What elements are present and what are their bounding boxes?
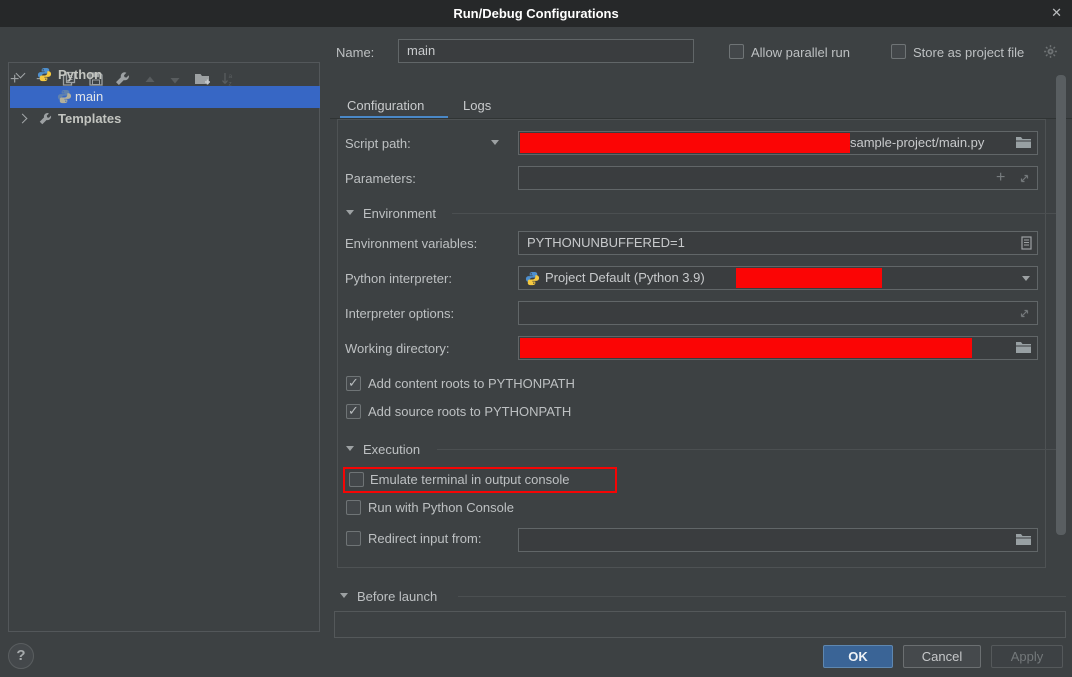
expand-field-icon[interactable]	[1018, 172, 1036, 190]
store-as-project-file-label: Store as project file	[913, 45, 1024, 61]
apply-button[interactable]: Apply	[991, 645, 1063, 668]
chevron-down-icon[interactable]	[1022, 276, 1030, 281]
allow-parallel-run-checkbox[interactable]	[729, 44, 744, 59]
edit-variables-icon[interactable]	[1021, 236, 1039, 254]
dialog-title: Run/Debug Configurations	[453, 6, 618, 21]
tree-item-main[interactable]: main	[10, 86, 320, 108]
parameters-input[interactable]: +	[518, 166, 1038, 190]
browse-folder-icon[interactable]	[1015, 136, 1033, 154]
section-rule	[437, 449, 1066, 450]
add-content-roots-checkbox[interactable]	[346, 376, 361, 391]
emulate-terminal-label: Emulate terminal in output console	[370, 472, 569, 488]
interpreter-options-input[interactable]	[518, 301, 1038, 325]
allow-parallel-run-label: Allow parallel run	[751, 45, 850, 61]
tab-configuration[interactable]: Configuration	[347, 98, 424, 113]
tree-toolbar: + − az	[0, 33, 320, 60]
before-launch-task-list[interactable]	[334, 611, 1066, 638]
python-interpreter-combobox[interactable]: Project Default (Python 3.9)	[518, 266, 1038, 290]
python-logo-icon	[37, 67, 55, 85]
environment-variables-label: Environment variables:	[345, 236, 477, 252]
before-launch-collapse-icon[interactable]	[340, 593, 348, 598]
section-rule	[452, 213, 1066, 214]
redirect-input-field[interactable]	[518, 528, 1038, 552]
tab-logs[interactable]: Logs	[463, 98, 491, 113]
cancel-button[interactable]: Cancel	[903, 645, 981, 668]
redacted-region	[520, 338, 972, 358]
expand-field-icon[interactable]	[1018, 307, 1036, 325]
gear-icon[interactable]	[1043, 44, 1061, 62]
close-icon[interactable]: ✕	[1051, 5, 1062, 21]
wrench-icon	[38, 112, 56, 130]
emulate-terminal-checkbox[interactable]	[349, 472, 364, 487]
ok-button[interactable]: OK	[823, 645, 893, 668]
tree-item-label: Templates	[58, 108, 121, 130]
script-path-dropdown-icon[interactable]	[491, 140, 499, 145]
run-debug-configurations-dialog: Run/Debug Configurations ✕ + − az	[0, 0, 1072, 677]
python-logo-icon	[525, 271, 543, 289]
title-bar: Run/Debug Configurations ✕	[0, 0, 1072, 27]
browse-folder-icon[interactable]	[1015, 533, 1033, 551]
name-value: main	[407, 43, 435, 58]
script-path-label: Script path:	[345, 136, 411, 152]
python-logo-icon	[57, 89, 75, 107]
name-input[interactable]: main	[398, 39, 694, 63]
section-rule	[458, 596, 1066, 597]
configurations-tree: Python main Templates	[8, 62, 320, 632]
tree-item-templates[interactable]: Templates	[10, 108, 320, 130]
store-as-project-file-checkbox[interactable]	[891, 44, 906, 59]
environment-variables-input[interactable]: PYTHONUNBUFFERED=1	[518, 231, 1038, 255]
environment-variables-value: PYTHONUNBUFFERED=1	[527, 235, 685, 250]
script-path-value: sample-project/main.py	[850, 135, 984, 150]
name-label: Name:	[336, 45, 374, 61]
redacted-region	[736, 268, 882, 288]
execution-collapse-icon[interactable]	[346, 446, 354, 451]
chevron-right-icon[interactable]	[18, 114, 28, 124]
python-interpreter-value: Project Default (Python 3.9)	[545, 270, 705, 285]
vertical-scrollbar[interactable]	[1056, 75, 1066, 535]
add-source-roots-checkbox[interactable]	[346, 404, 361, 419]
parameters-label: Parameters:	[345, 171, 416, 187]
redirect-input-checkbox[interactable]	[346, 531, 361, 546]
environment-section-title: Environment	[363, 206, 436, 222]
python-interpreter-label: Python interpreter:	[345, 271, 452, 287]
browse-folder-icon[interactable]	[1015, 341, 1033, 359]
tree-item-python[interactable]: Python	[10, 64, 320, 86]
redirect-input-label: Redirect input from:	[368, 531, 481, 547]
add-macro-icon[interactable]: +	[996, 170, 1005, 186]
working-directory-label: Working directory:	[345, 341, 450, 357]
add-content-roots-label: Add content roots to PYTHONPATH	[368, 376, 575, 392]
execution-section-title: Execution	[363, 442, 420, 458]
environment-collapse-icon[interactable]	[346, 210, 354, 215]
script-path-input[interactable]: sample-project/main.py	[518, 131, 1038, 155]
before-launch-section-title: Before launch	[357, 589, 437, 605]
help-button[interactable]: ?	[8, 643, 34, 669]
redacted-region	[520, 133, 850, 153]
chevron-down-icon[interactable]	[16, 69, 26, 79]
run-with-python-console-checkbox[interactable]	[346, 500, 361, 515]
interpreter-options-label: Interpreter options:	[345, 306, 454, 322]
tree-item-label: main	[75, 86, 103, 108]
tree-item-label: Python	[58, 64, 102, 86]
run-with-python-console-label: Run with Python Console	[368, 500, 514, 516]
working-directory-input[interactable]	[518, 336, 1038, 360]
add-source-roots-label: Add source roots to PYTHONPATH	[368, 404, 571, 420]
